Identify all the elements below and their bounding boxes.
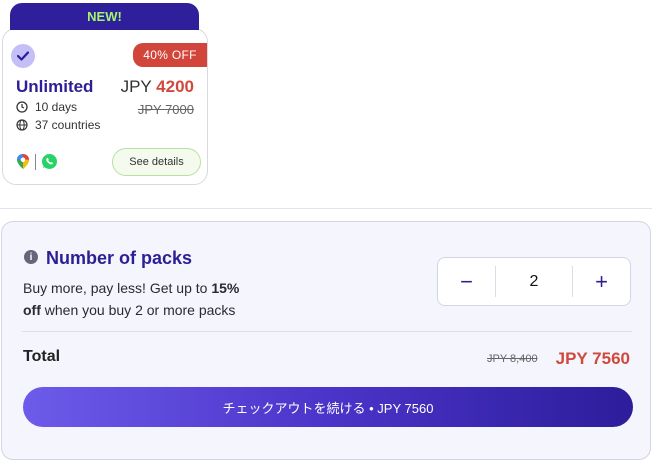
plan-name: Unlimited — [16, 77, 94, 96]
old-price: JPY 7000 — [137, 102, 194, 117]
packs-description: Buy more, pay less! Get up to 15% off whe… — [23, 277, 283, 321]
price-value: 4200 — [156, 77, 194, 96]
duration-row: 10 days — [16, 100, 77, 114]
info-icon[interactable]: i — [24, 250, 38, 264]
checkout-button[interactable]: チェックアウトを続ける • JPY 7560 — [23, 387, 633, 427]
packs-desc-discount: 15% — [211, 280, 240, 296]
plan-card[interactable]: 40% OFF Unlimited JPY 4200 JPY 7000 10 d… — [2, 28, 208, 185]
total-price: JPY 7560 — [555, 349, 630, 368]
section-divider — [0, 208, 652, 209]
globe-icon — [16, 119, 28, 131]
total-old-price: JPY 8,400 — [487, 353, 538, 365]
discount-badge: 40% OFF — [133, 43, 207, 67]
new-badge: NEW! — [10, 3, 199, 30]
selected-check-icon — [11, 44, 35, 68]
duration-text: 10 days — [35, 100, 78, 114]
coverage-text: 37 countries — [35, 118, 101, 132]
packs-title: Number of packs — [46, 248, 193, 268]
quantity-stepper: − 2 + — [437, 257, 631, 306]
total-label: Total — [23, 348, 61, 365]
plan-price: JPY 4200 — [121, 77, 194, 97]
packs-desc-text-1: Buy more, pay less! Get up to — [23, 280, 212, 296]
decrease-button[interactable]: − — [438, 258, 495, 305]
feature-icons — [16, 153, 58, 170]
total-divider — [22, 331, 632, 332]
see-details-button[interactable]: See details — [112, 148, 201, 176]
quantity-value[interactable]: 2 — [495, 266, 573, 297]
whatsapp-icon — [42, 154, 57, 169]
price-currency: JPY — [120, 77, 152, 96]
clock-icon — [16, 101, 28, 113]
packs-desc-text-2: when you buy 2 or more packs — [40, 302, 236, 318]
increase-button[interactable]: + — [573, 258, 630, 305]
packs-panel: i Number of packs Buy more, pay less! Ge… — [1, 221, 651, 460]
packs-desc-off: off — [23, 302, 41, 318]
coverage-row: 37 countries — [16, 118, 100, 132]
icon-divider — [35, 153, 36, 170]
maps-pin-icon — [17, 154, 29, 169]
